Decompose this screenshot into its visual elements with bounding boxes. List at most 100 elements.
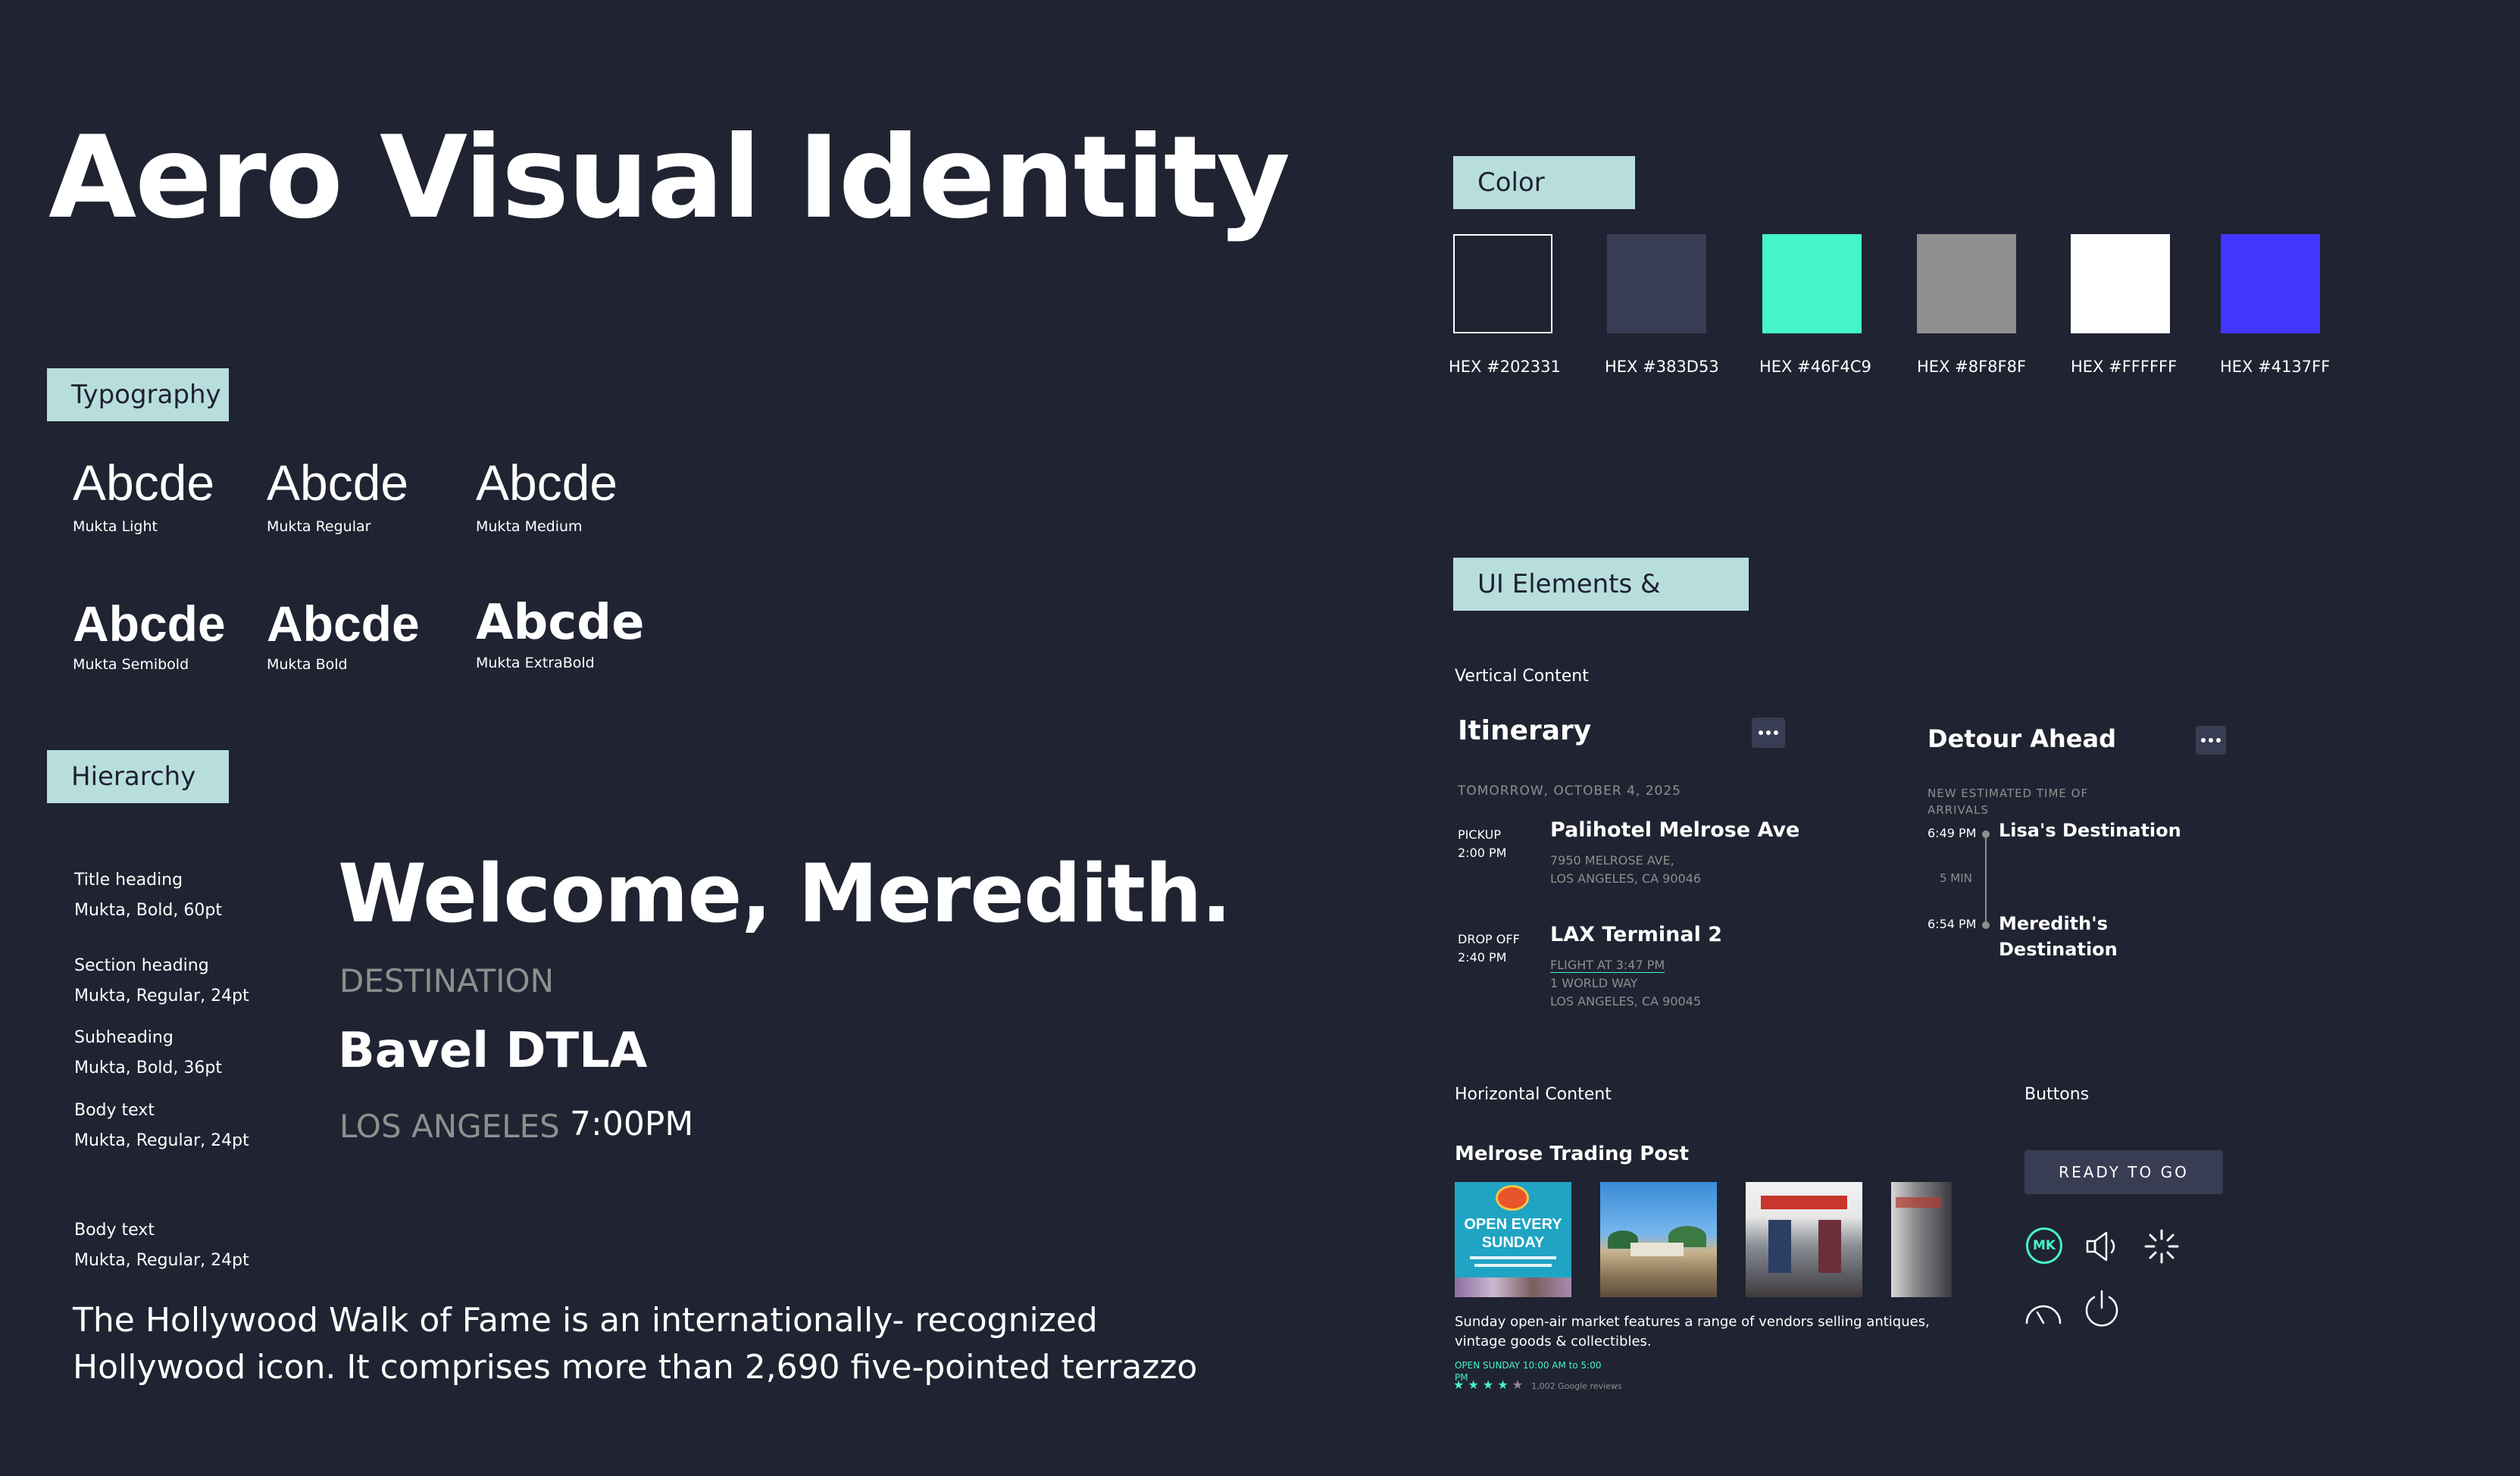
typography-font-name: Mukta Bold <box>267 656 348 673</box>
hierarchy-label-name: Body text <box>74 1221 155 1240</box>
hierarchy-label-section: Section heading Mukta, Regular, 24pt <box>74 951 249 1012</box>
place-photo-poster[interactable]: OPEN EVERY SUNDAY <box>1455 1182 1571 1297</box>
hierarchy-label-spec: Mukta, Regular, 24pt <box>74 1131 249 1150</box>
detour-more-button[interactable] <box>2196 726 2226 755</box>
power-icon[interactable] <box>2082 1288 2121 1332</box>
place-photo-entrance[interactable] <box>1746 1182 1862 1297</box>
typography-font-name: Mukta Medium <box>476 518 583 535</box>
typography-sample-semibold: Abcde Mukta Semibold <box>73 599 226 673</box>
photo-tent-shape <box>1630 1243 1684 1256</box>
typography-sample-text: Abcde <box>267 596 420 652</box>
horizontal-content-label: Horizontal Content <box>1455 1085 1612 1104</box>
gauge-icon[interactable] <box>2023 1296 2064 1329</box>
body-text-line: The Hollywood Walk of Fame is an interna… <box>73 1301 1098 1340</box>
star-empty-icon: ★ <box>1512 1377 1524 1392</box>
typography-section-tag: Typography <box>47 368 229 421</box>
photo-banner-shape <box>1896 1197 1941 1208</box>
hierarchy-label-spec: Mukta, Regular, 24pt <box>74 987 249 1005</box>
color-swatch-background <box>1453 234 1552 333</box>
loading-spinner-icon <box>2143 1227 2181 1268</box>
welcome-heading: Welcome, Meredith. <box>338 847 1232 940</box>
more-dot-icon <box>1766 730 1771 735</box>
color-hex-label: HEX #8F8F8F <box>1917 358 2027 376</box>
timeline-line <box>1985 833 1987 924</box>
destination-label: DESTINATION <box>339 962 554 999</box>
hierarchy-label-body-2: Body text Mukta, Regular, 24pt <box>74 1215 249 1276</box>
hierarchy-label-spec: Mukta, Bold, 36pt <box>74 1059 222 1077</box>
typography-sample-medium: Abcde Mukta Medium <box>476 458 617 535</box>
photo-stall-shape <box>1768 1220 1791 1273</box>
typography-sample-bold: Abcde Mukta Bold <box>267 599 420 673</box>
dropoff-place: LAX Terminal 2 <box>1550 923 1723 946</box>
detour-stop2-name: Meredith's Destination <box>1999 911 2118 962</box>
pickup-address: 7950 MELROSE AVE, LOS ANGELES, CA 90046 <box>1550 852 1701 888</box>
poster-text: OPEN EVERY SUNDAY <box>1455 1215 1571 1252</box>
city-label: LOS ANGELES <box>339 1108 560 1145</box>
more-dot-icon <box>2201 738 2206 743</box>
poster-fineprint <box>1470 1256 1556 1259</box>
arrival-time: 7:00PM <box>570 1105 694 1143</box>
flight-link[interactable]: FLIGHT AT 3:47 PM <box>1550 956 1701 974</box>
ready-to-go-button[interactable]: READY TO GO <box>2024 1150 2223 1194</box>
detour-stop2-name-line: Meredith's <box>1999 913 2108 934</box>
loading-spinner-icon-graphic <box>2144 1229 2179 1264</box>
place-photo-market[interactable] <box>1600 1182 1717 1297</box>
detour-subtitle-line: ARRIVALS <box>1928 803 1989 817</box>
detour-subtitle-line: NEW ESTIMATED TIME OF <box>1928 786 2089 800</box>
dropoff-address-line: 1 WORLD WAY <box>1550 976 1638 990</box>
color-hex-label: HEX #202331 <box>1449 358 1561 376</box>
detour-stop2-time: 6:54 PM <box>1928 917 1977 931</box>
poster-crowd-strip <box>1455 1277 1571 1297</box>
more-dot-icon <box>1774 730 1778 735</box>
speaker-icon[interactable] <box>2084 1229 2121 1267</box>
hierarchy-label-name: Body text <box>74 1101 155 1120</box>
color-section-tag: Color <box>1453 156 1635 209</box>
place-rating: ★ ★ ★ ★ ★ 1,002 Google reviews <box>1453 1377 1622 1392</box>
hierarchy-label-title: Title heading Mukta, Bold, 60pt <box>74 865 222 926</box>
typography-sample-extrabold: Abcde Mukta ExtraBold <box>476 599 645 671</box>
color-swatch-gray <box>1917 234 2016 333</box>
color-swatch-white <box>2071 234 2170 333</box>
avatar[interactable]: MK <box>2026 1227 2062 1264</box>
typography-font-name: Mukta Regular <box>267 518 371 535</box>
hierarchy-label-subheading: Subheading Mukta, Bold, 36pt <box>74 1023 222 1084</box>
more-dot-icon <box>1759 730 1763 735</box>
pickup-time: 2:00 PM <box>1458 846 1507 860</box>
dropoff-address: FLIGHT AT 3:47 PM 1 WORLD WAY LOS ANGELE… <box>1550 956 1701 1011</box>
detour-subtitle: NEW ESTIMATED TIME OF ARRIVALS <box>1928 785 2088 818</box>
review-count: 1,002 Google reviews <box>1531 1381 1622 1391</box>
pickup-address-line: LOS ANGELES, CA 90046 <box>1550 871 1702 886</box>
hierarchy-section-tag: Hierarchy <box>47 750 229 803</box>
typography-font-name: Mukta Semibold <box>73 656 189 673</box>
hierarchy-label-spec: Mukta, Regular, 24pt <box>74 1251 249 1270</box>
hierarchy-label-name: Title heading <box>74 871 183 890</box>
place-description: Sunday open-air market features a range … <box>1455 1312 1930 1352</box>
itinerary-title: Itinerary <box>1458 715 1592 746</box>
page-title: Aero Visual Identity <box>48 112 1290 244</box>
detour-title: Detour Ahead <box>1928 724 2116 753</box>
star-icon: ★ <box>1482 1377 1494 1392</box>
itinerary-date: TOMORROW, OCTOBER 4, 2025 <box>1458 783 1681 799</box>
detour-stop1-name: Lisa's Destination <box>1999 820 2181 841</box>
itinerary-more-button[interactable] <box>1752 718 1785 748</box>
typography-font-name: Mukta Light <box>73 518 158 535</box>
dropoff-address-line: LOS ANGELES, CA 90045 <box>1550 994 1702 1008</box>
pickup-time-block: PICKUP 2:00 PM <box>1458 826 1506 862</box>
power-icon-graphic <box>2085 1290 2118 1327</box>
hierarchy-label-name: Subheading <box>74 1028 174 1047</box>
gauge-icon-graphic <box>2025 1305 2062 1324</box>
vertical-content-label: Vertical Content <box>1455 667 1589 686</box>
buttons-label: Buttons <box>2024 1085 2090 1104</box>
typography-sample-text: Abcde <box>73 596 226 652</box>
more-dot-icon <box>2209 738 2213 743</box>
destination-name: Bavel DTLA <box>338 1023 648 1079</box>
timeline-dot <box>1982 921 1990 929</box>
detour-gap: 5 MIN <box>1940 871 1972 885</box>
photo-banner-shape <box>1761 1196 1847 1209</box>
place-description-line: vintage goods & collectibles. <box>1455 1334 1652 1349</box>
ui-elements-section-tag: UI Elements & Styling <box>1453 558 1749 652</box>
place-photo-partial[interactable] <box>1891 1182 1952 1297</box>
typography-sample-light: Abcde Mukta Light <box>73 458 214 535</box>
pickup-label: PICKUP <box>1458 827 1501 842</box>
detour-stop1-time: 6:49 PM <box>1928 826 1977 840</box>
